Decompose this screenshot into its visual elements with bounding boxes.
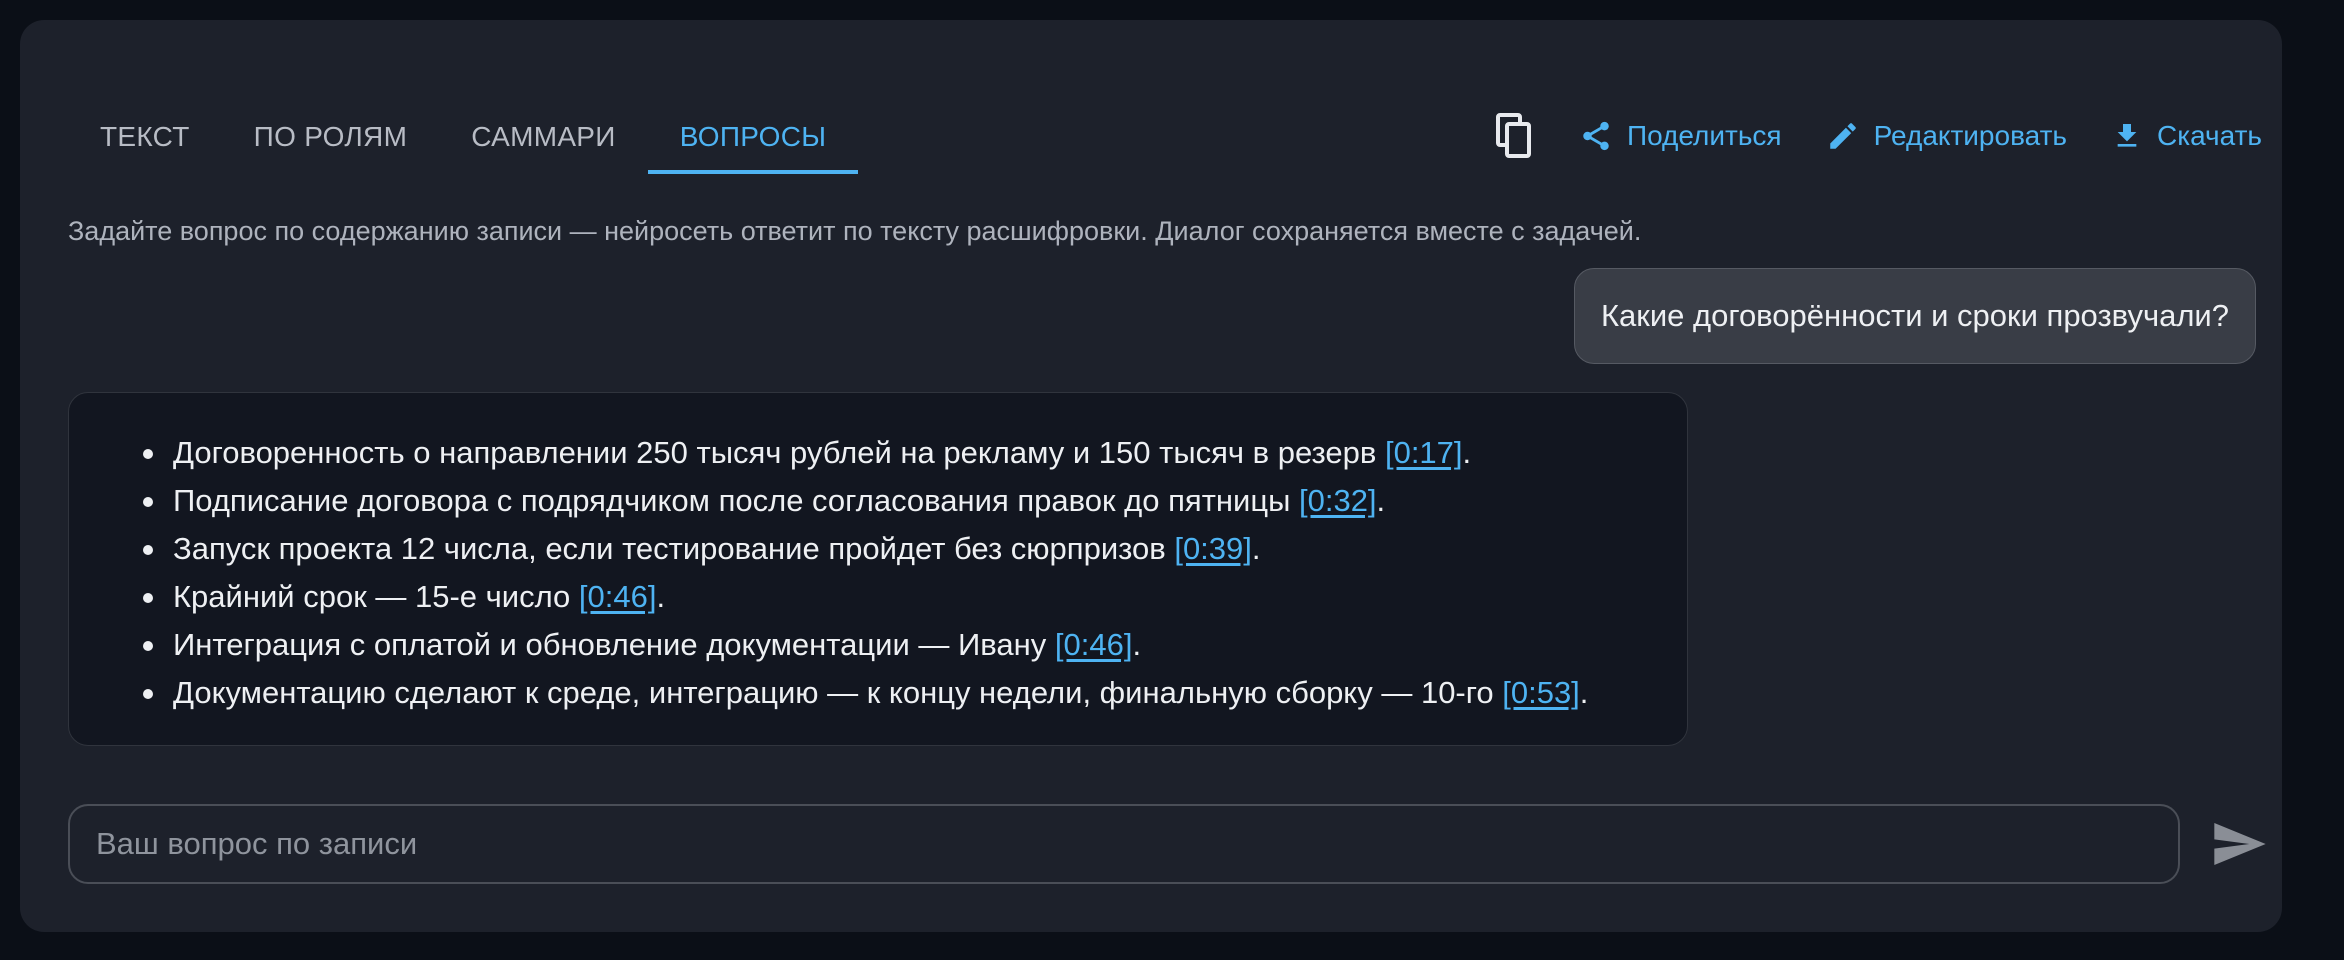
- send-icon[interactable]: [2212, 820, 2268, 868]
- assistant-answer: Договоренность о направлении 250 тысяч р…: [68, 392, 1688, 746]
- tab-bar: ТЕКСТ ПО РОЛЯМ САММАРИ ВОПРОСЫ: [68, 100, 859, 184]
- tab-questions[interactable]: ВОПРОСЫ: [647, 100, 859, 174]
- answer-item: Интеграция с оплатой и обновление докуме…: [143, 621, 1687, 669]
- share-button[interactable]: Поделиться: [1579, 119, 1782, 153]
- copy-icon: [1495, 113, 1531, 158]
- answer-item: Запуск проекта 12 числа, если тестирован…: [143, 525, 1687, 573]
- question-input-wrapper: [68, 804, 2180, 884]
- timestamp-link[interactable]: [0:53]: [1502, 675, 1580, 710]
- answer-list: Договоренность о направлении 250 тысяч р…: [69, 393, 1687, 717]
- timestamp-link[interactable]: [0:46]: [579, 579, 657, 614]
- answer-item-text: Крайний срок — 15-е число: [173, 579, 579, 614]
- qa-panel: ТЕКСТ ПО РОЛЯМ САММАРИ ВОПРОСЫ Поделитьс…: [20, 20, 2282, 932]
- answer-item-text: Интеграция с оплатой и обновление докуме…: [173, 627, 1055, 662]
- answer-item-text: Документацию сделают к среде, интеграцию…: [173, 675, 1503, 710]
- share-label: Поделиться: [1626, 120, 1782, 151]
- answer-item-text: Запуск проекта 12 числа, если тестирован…: [173, 531, 1175, 566]
- timestamp-link[interactable]: [0:17]: [1385, 435, 1463, 470]
- timestamp-link[interactable]: [0:39]: [1174, 531, 1252, 566]
- answer-item: Документацию сделают к среде, интеграцию…: [143, 669, 1687, 717]
- user-question-bubble: Какие договорённости и сроки прозвучали?: [1573, 268, 2256, 364]
- edit-label: Редактировать: [1873, 120, 2067, 151]
- download-label: Скачать: [2157, 120, 2262, 151]
- question-input[interactable]: [70, 826, 2178, 862]
- tab-text[interactable]: ТЕКСТ: [68, 100, 222, 174]
- answer-item: Договоренность о направлении 250 тысяч р…: [143, 429, 1687, 477]
- download-button[interactable]: Скачать: [2111, 119, 2262, 153]
- qa-hint-text: Задайте вопрос по содержанию записи — не…: [68, 216, 1642, 246]
- toolbar-actions: Поделиться Редактировать Скачать: [1495, 108, 2262, 164]
- user-question-text: Какие договорённости и сроки прозвучали?: [1600, 298, 2229, 333]
- answer-item: Крайний срок — 15-е число [0:46].: [143, 573, 1687, 621]
- answer-item-text: Подписание договора с подрядчиком после …: [173, 483, 1299, 518]
- answer-item: Подписание договора с подрядчиком после …: [143, 477, 1687, 525]
- timestamp-link[interactable]: [0:32]: [1299, 483, 1377, 518]
- tab-by-roles[interactable]: ПО РОЛЯМ: [222, 100, 440, 174]
- share-icon: [1583, 121, 1609, 151]
- download-icon: [2117, 124, 2137, 147]
- edit-button[interactable]: Редактировать: [1826, 119, 2067, 153]
- tab-summary[interactable]: САММАРИ: [439, 100, 648, 174]
- copy-button[interactable]: [1495, 112, 1535, 160]
- answer-item-text: Договоренность о направлении 250 тысяч р…: [173, 435, 1385, 470]
- timestamp-link[interactable]: [0:46]: [1055, 627, 1133, 662]
- pencil-icon: [1829, 123, 1856, 149]
